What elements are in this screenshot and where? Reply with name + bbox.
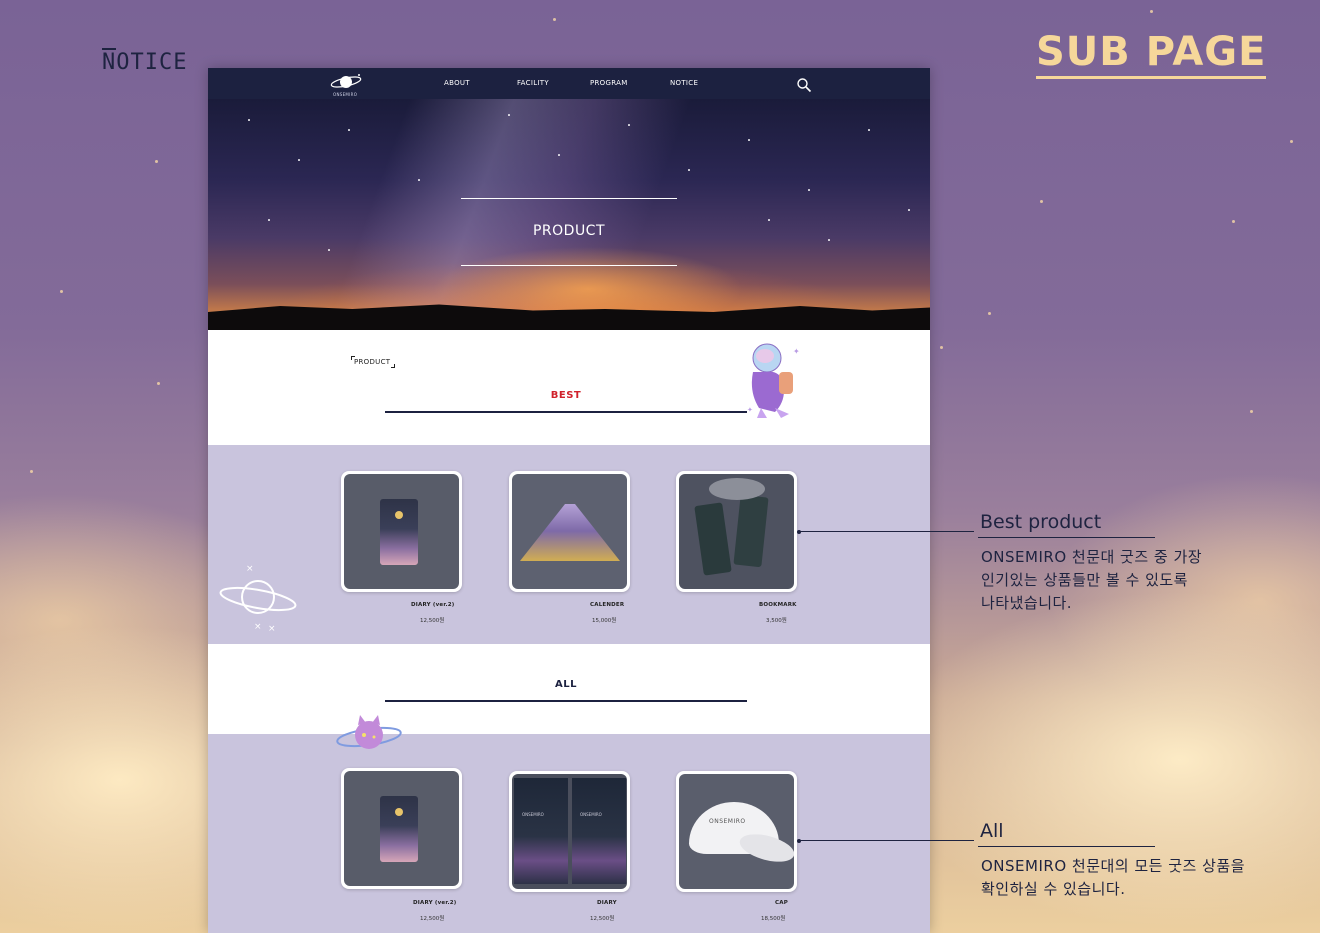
product-card-calender[interactable] [509, 471, 630, 592]
product-price: 3,500원 [766, 618, 787, 624]
mountain-silhouette [208, 304, 930, 330]
product-name: CAP [775, 900, 788, 906]
sub-page-badge: SUB PAGE [1036, 30, 1267, 79]
annotation-underline [978, 537, 1155, 538]
svg-text:✦: ✦ [747, 406, 753, 414]
svg-text:×: × [246, 564, 254, 574]
corner-title-bar [102, 48, 116, 50]
product-name: BOOKMARK [759, 602, 797, 608]
all-rule [385, 700, 747, 702]
cat-planet-icon [336, 715, 402, 749]
search-icon[interactable] [796, 77, 812, 93]
top-nav: ONSEMIRO ABOUT FACILITY PROGRAM NOTICE [208, 68, 930, 99]
svg-text:×: × [268, 624, 276, 633]
logo-text: ONSEMIRO [333, 92, 358, 97]
annotation-title-all: All [980, 820, 1004, 842]
nav-about[interactable]: ABOUT [444, 79, 470, 87]
best-header-section [208, 330, 930, 445]
annotation-text-all: ONSEMIRO 천문대의 모든 굿즈 상품을 확인하실 수 있습니다. [981, 857, 1245, 898]
product-card-diary-v2[interactable] [341, 471, 462, 592]
page-mockup: ONSEMIRO ABOUT FACILITY PROGRAM NOTICE P… [208, 68, 930, 933]
product-card-all-cap[interactable]: ONSEMIRO [676, 771, 797, 892]
breadcrumb: PRODUCT [351, 356, 396, 368]
product-card-all-diary-v2[interactable] [341, 768, 462, 889]
best-heading: BEST [550, 390, 582, 401]
product-price: 12,500원 [590, 916, 615, 922]
nav-notice[interactable]: NOTICE [670, 79, 698, 87]
hero-banner: PRODUCT [208, 99, 930, 330]
product-card-all-diary[interactable]: ONSEMIRO ONSEMIRO [509, 771, 630, 892]
svg-text:×: × [254, 622, 262, 632]
svg-text:✦: ✦ [793, 347, 800, 356]
product-price: 15,000원 [592, 618, 617, 624]
product-price: 12,500원 [420, 618, 445, 624]
nav-program[interactable]: PROGRAM [590, 79, 628, 87]
product-card-bookmark[interactable] [676, 471, 797, 592]
product-price: 12,500원 [420, 916, 445, 922]
hero-title: PRODUCT [532, 223, 606, 239]
product-name: DIARY [597, 900, 617, 906]
hero-top-rule [461, 198, 677, 199]
hero-bottom-rule [461, 265, 677, 266]
nav-facility[interactable]: FACILITY [517, 79, 549, 87]
best-rule [385, 411, 747, 413]
planet-doodle-icon: × × × [219, 564, 297, 633]
annotation-text-best: ONSEMIRO 천문대 굿즈 중 가장 인기있는 상품들만 볼 수 있도록 나… [981, 548, 1203, 612]
product-name: DIARY (ver.2) [411, 602, 455, 608]
annotation-leader [799, 531, 974, 532]
annotation-underline [978, 846, 1155, 847]
product-name: DIARY (ver.2) [413, 900, 457, 906]
all-heading: ALL [555, 679, 577, 690]
product-price: 18,500원 [761, 916, 786, 922]
corner-title: NOTICE [102, 48, 188, 75]
annotation-title-best: Best product [980, 511, 1102, 533]
product-name: CALENDER [590, 602, 625, 608]
annotation-leader [799, 840, 974, 841]
astronaut-illustration-icon: ✦ ✦ [747, 343, 800, 418]
